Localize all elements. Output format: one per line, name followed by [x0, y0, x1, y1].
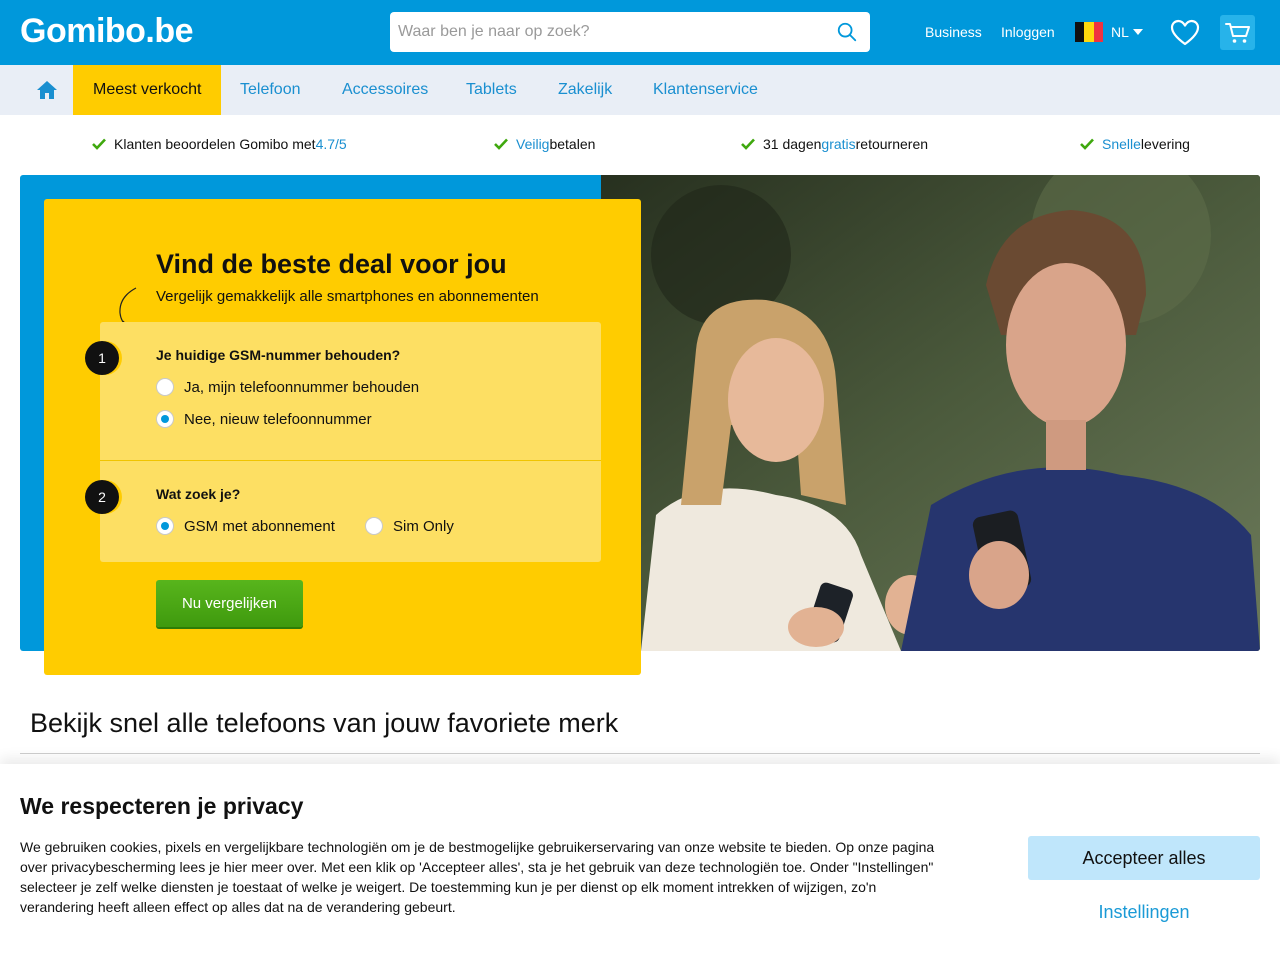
cookie-title: We respecteren je privacy [20, 793, 304, 819]
radio-label: GSM met abonnement [184, 517, 335, 535]
question-2-box [100, 461, 601, 562]
language-label: NL [1111, 24, 1129, 40]
check-icon [741, 138, 755, 150]
business-link[interactable]: Business [925, 24, 982, 40]
radio-button[interactable] [156, 378, 174, 396]
usp-rating-link[interactable]: 4.7/5 [316, 136, 347, 152]
check-icon [92, 138, 106, 150]
usp-text: betalen [549, 136, 596, 152]
heart-icon[interactable] [1170, 19, 1200, 47]
radio-button[interactable] [365, 517, 383, 535]
usp-returns-link[interactable]: gratis [821, 136, 855, 152]
hero-image [601, 175, 1260, 651]
check-icon [1080, 138, 1094, 150]
nav-item-telefoon[interactable]: Telefoon [220, 65, 321, 115]
belgium-flag-icon [1075, 22, 1103, 42]
divider [20, 753, 1260, 754]
usp-text: Klanten beoordelen Gomibo met [114, 136, 316, 152]
cookie-settings-link[interactable]: Instellingen [1028, 902, 1260, 926]
nav-item-meest-verkocht[interactable]: Meest verkocht [73, 65, 222, 115]
nav-item-tablets[interactable]: Tablets [446, 65, 537, 115]
step-number-2: 2 [85, 480, 119, 514]
cookie-text: We gebruiken cookies, pixels en vergelij… [20, 839, 935, 915]
question-2-title: Wat zoek je? [156, 486, 241, 502]
main-nav: Meest verkocht Telefoon Accessoires Tabl… [0, 65, 1280, 115]
hero-subtitle: Vergelijk gemakkelijk alle smartphones e… [156, 288, 539, 305]
logo[interactable]: Gomibo.be [20, 12, 194, 51]
login-link[interactable]: Inloggen [1001, 24, 1055, 40]
usp-safe-payment: Veilig betalen [494, 136, 595, 152]
deal-finder-card: Vind de beste deal voor jou Vergelijk ge… [44, 199, 641, 675]
radio-label: Ja, mijn telefoonnummer behouden [184, 378, 420, 396]
step-number-1: 1 [85, 341, 119, 375]
search-input[interactable] [390, 12, 820, 52]
nav-item-zakelijk[interactable]: Zakelijk [538, 65, 632, 115]
chevron-down-icon [1132, 29, 1143, 35]
radio-label: Sim Only [393, 517, 454, 535]
radio-button-selected[interactable] [156, 517, 174, 535]
nav-home[interactable] [20, 65, 73, 115]
usp-text: levering [1140, 136, 1190, 152]
usp-returns: 31 dagen gratis retourneren [741, 136, 928, 152]
compare-button[interactable]: Nu vergelijken [156, 580, 303, 627]
usp-delivery: Snelle levering [1080, 136, 1190, 152]
usp-delivery-link[interactable]: Snelle [1102, 136, 1141, 152]
search-icon[interactable] [836, 21, 858, 43]
nav-item-accessoires[interactable]: Accessoires [322, 65, 448, 115]
radio-keep-number[interactable]: Ja, mijn telefoonnummer behouden [156, 378, 419, 396]
usp-safe-link[interactable]: Veilig [516, 136, 549, 152]
accept-all-button[interactable]: Accepteer alles [1028, 836, 1260, 880]
top-header: Gomibo.be Business Inloggen NL [0, 0, 1280, 65]
cookie-banner: We respecteren je privacy We gebruiken c… [0, 764, 1280, 960]
usp-text: retourneren [855, 136, 929, 152]
hero-title: Vind de beste deal voor jou [156, 249, 507, 279]
check-icon [494, 138, 508, 150]
usp-text: 31 dagen [763, 136, 822, 152]
home-icon [36, 81, 57, 99]
radio-button-selected[interactable] [156, 410, 174, 428]
radio-phone-subscription[interactable]: GSM met abonnement [156, 517, 335, 535]
language-selector[interactable]: NL [1075, 21, 1143, 43]
usp-rating: Klanten beoordelen Gomibo met 4.7/5 [92, 136, 347, 152]
radio-label: Nee, nieuw telefoonnummer [184, 410, 372, 428]
question-1-title: Je huidige GSM-nummer behouden? [156, 347, 401, 363]
brands-section-title: Bekijk snel alle telefoons van jouw favo… [30, 708, 619, 738]
cart-button[interactable] [1220, 15, 1255, 50]
radio-sim-only[interactable]: Sim Only [365, 517, 454, 535]
nav-item-klantenservice[interactable]: Klantenservice [633, 65, 778, 115]
radio-new-number[interactable]: Nee, nieuw telefoonnummer [156, 410, 372, 428]
cart-icon [1224, 22, 1250, 43]
search-bar [390, 12, 870, 52]
